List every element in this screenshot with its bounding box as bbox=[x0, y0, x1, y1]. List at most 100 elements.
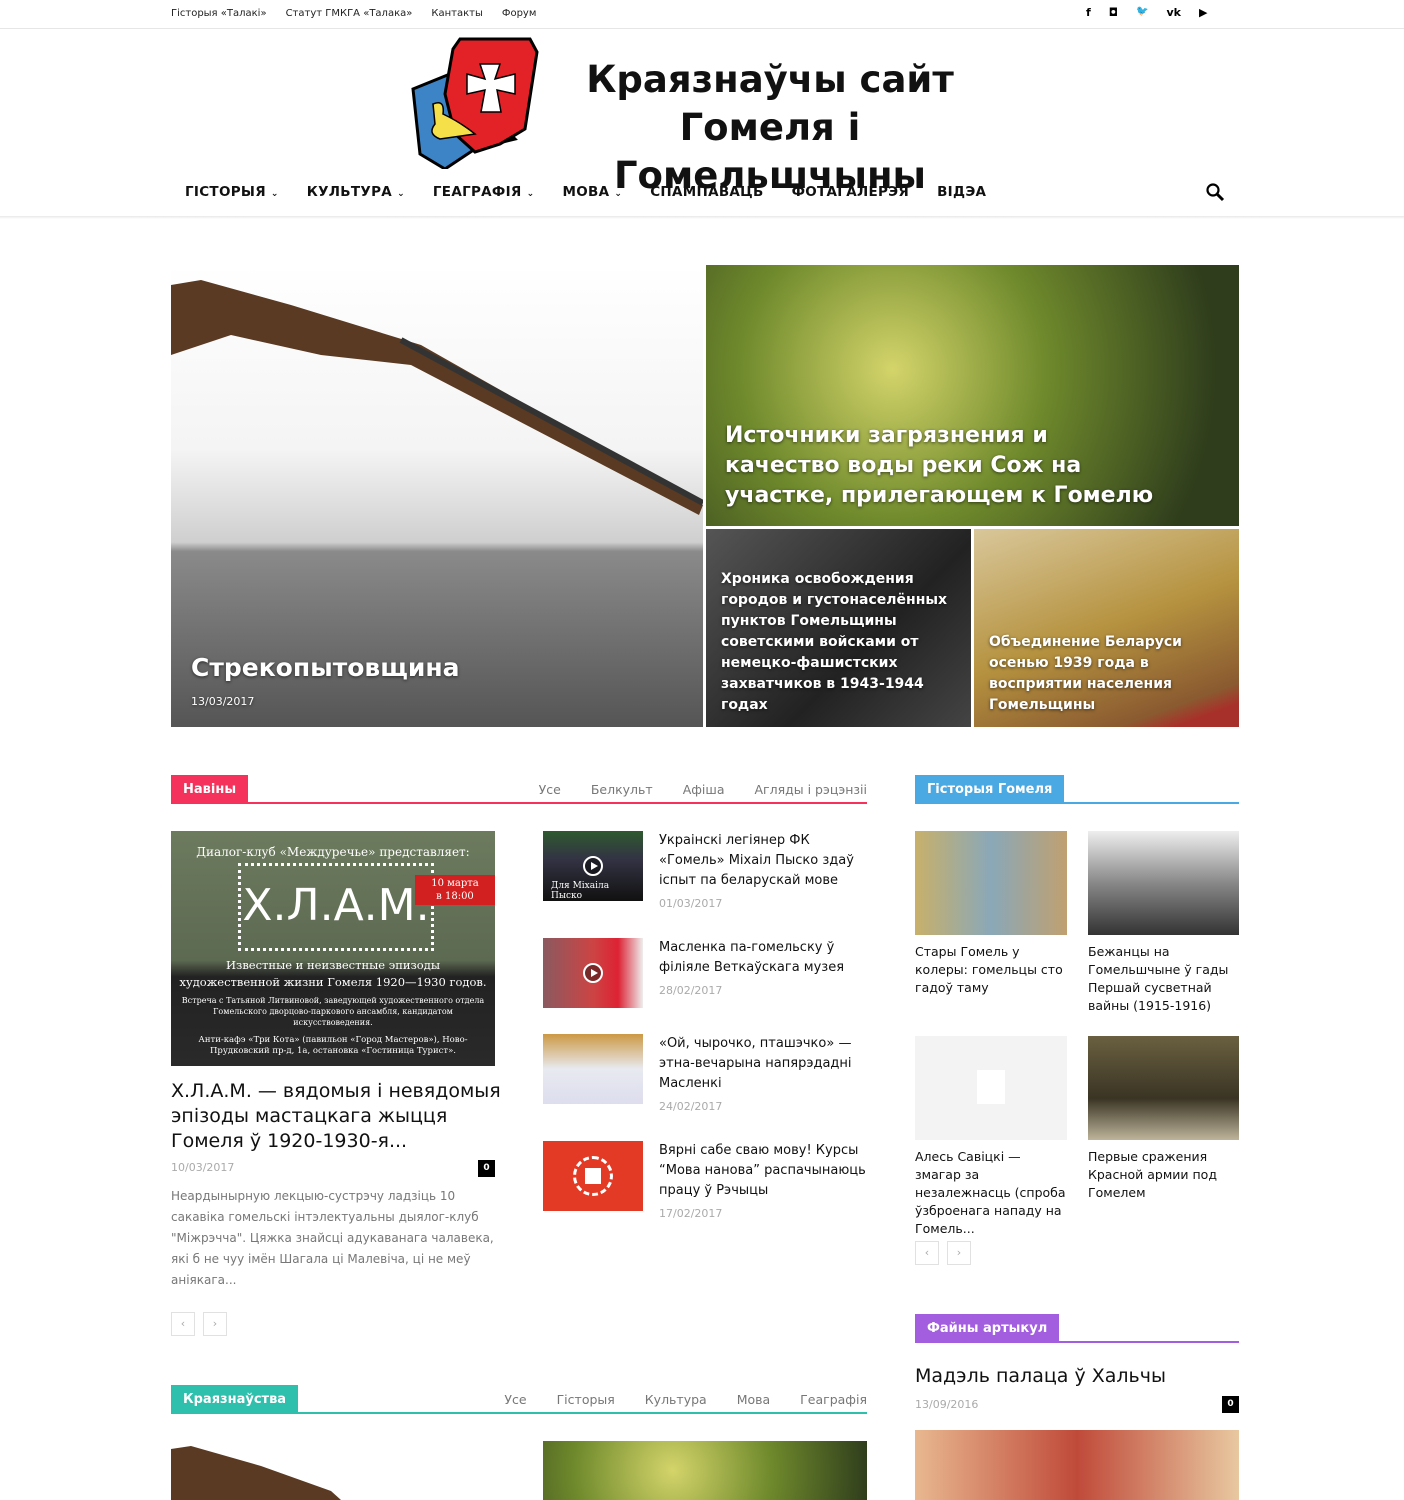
featured-bottom-right[interactable]: Объединение Беларуси осенью 1939 года в … bbox=[974, 529, 1239, 727]
divider bbox=[171, 802, 867, 804]
news-item-title[interactable]: Вярні сабе сваю мову! Курсы “Мова нанова… bbox=[659, 1141, 869, 1201]
history-item[interactable]: Алесь Савіцкі — змагар за незалежнасць (… bbox=[915, 1036, 1067, 1238]
tab-culture[interactable]: Культура bbox=[645, 1392, 707, 1407]
news-item-title[interactable]: Масленка па-гомельску ў філіяле Веткаўск… bbox=[659, 938, 869, 978]
youtube-icon[interactable]: ▶ bbox=[1199, 6, 1207, 19]
thumb-caption: Для Міхаіла Пыско bbox=[551, 881, 610, 901]
news-item-title[interactable]: «Ой, чырочко, пташэчко» — этна-вечарына … bbox=[659, 1034, 869, 1094]
history-item[interactable]: Бежанцы на Гомельшчыне ў гады Першай сус… bbox=[1088, 831, 1239, 1015]
history-item-title[interactable]: Стары Гомель у колеры: гомельцы сто гадо… bbox=[915, 943, 1067, 997]
nav-item-language[interactable]: МОВА ⌄ bbox=[562, 184, 622, 200]
site-logo[interactable] bbox=[405, 34, 540, 169]
prev-page-button[interactable]: ‹ bbox=[171, 1312, 195, 1336]
next-page-button[interactable]: › bbox=[947, 1241, 971, 1265]
featured-bottom-left[interactable]: Хроника освобождения городов и густонасе… bbox=[706, 529, 971, 727]
featured-main[interactable]: Стрекопытовщина 13/03/2017 bbox=[171, 265, 703, 727]
comment-count-badge[interactable]: 0 bbox=[1222, 1396, 1239, 1413]
instagram-icon[interactable]: ◘ bbox=[1109, 6, 1118, 19]
featured-top-right-title[interactable]: Источники загрязнения и качество воды ре… bbox=[725, 421, 1165, 511]
news-tabs: Усе Белкульт Афіша Агляды і рэцэнзіі bbox=[539, 782, 867, 797]
nav-item-gallery[interactable]: ФОТАГАЛЕРЭЯ bbox=[792, 184, 910, 200]
chevron-down-icon: ⌄ bbox=[270, 189, 279, 199]
poster-badge-date: 10 марта bbox=[431, 878, 479, 889]
tab-language[interactable]: Мова bbox=[737, 1392, 770, 1407]
featured-bottom-left-title[interactable]: Хроника освобождения городов и густонасе… bbox=[721, 569, 961, 716]
news-label[interactable]: Навіны bbox=[171, 775, 249, 804]
history-item[interactable]: Первые сражения Красной армии под Гомеле… bbox=[1088, 1036, 1239, 1202]
top-links: Гісторыя «Талакі» Статут ГМКГА «Талака» … bbox=[171, 8, 536, 19]
tab-geography[interactable]: Геаграфія bbox=[800, 1392, 867, 1407]
nav-item-geography[interactable]: ГЕАГРАФІЯ ⌄ bbox=[433, 184, 535, 200]
news-list-item[interactable]: «Ой, чырочко, пташэчко» — этна-вечарына … bbox=[543, 1034, 867, 1124]
news-thumb bbox=[543, 1141, 643, 1211]
history-thumb bbox=[1088, 1036, 1239, 1140]
prev-page-button[interactable]: ‹ bbox=[915, 1241, 939, 1265]
nav-item-video[interactable]: ВІДЭА bbox=[937, 184, 986, 200]
news-main-excerpt: Неардынырную лекцыю-сустрэчу ладзіць 10 … bbox=[171, 1189, 494, 1287]
news-main-image[interactable]: Диалог-клуб «Междуречье» представляет: Х… bbox=[171, 831, 495, 1066]
facebook-icon[interactable]: f bbox=[1086, 6, 1091, 19]
news-main-title[interactable]: Х.Л.А.М. — вядомыя і невядомыя эпізоды м… bbox=[171, 1079, 501, 1154]
top-link-history[interactable]: Гісторыя «Талакі» bbox=[171, 8, 267, 19]
files-label[interactable]: Файны артыкул bbox=[915, 1314, 1060, 1343]
files-article-date: 13/09/2016 bbox=[915, 1398, 979, 1411]
chevron-down-icon: ⌄ bbox=[526, 189, 535, 199]
featured-top-right[interactable]: Источники загрязнения и качество воды ре… bbox=[706, 265, 1239, 526]
news-list-item[interactable]: Для Міхаіла Пыско Украінскі легіянер ФК … bbox=[543, 831, 867, 921]
top-link-statute[interactable]: Статут ГМКГА «Талака» bbox=[286, 8, 413, 19]
history-item[interactable]: Стары Гомель у колеры: гомельцы сто гадо… bbox=[915, 831, 1067, 997]
local-label[interactable]: Краязнаўства bbox=[171, 1385, 299, 1414]
top-link-forum[interactable]: Форум bbox=[502, 8, 537, 19]
nav-label: ГІСТОРЫЯ bbox=[185, 184, 266, 200]
files-article-image[interactable] bbox=[915, 1430, 1239, 1500]
news-item-date: 24/02/2017 bbox=[659, 1100, 723, 1113]
rifle-image bbox=[171, 1446, 341, 1500]
local-article-image[interactable] bbox=[543, 1441, 867, 1500]
featured-bottom-right-title[interactable]: Объединение Беларуси осенью 1939 года в … bbox=[989, 632, 1229, 716]
play-icon bbox=[583, 963, 603, 983]
tab-history[interactable]: Гісторыя bbox=[557, 1392, 615, 1407]
poster-line1: Диалог-клуб «Междуречье» представляет: bbox=[196, 845, 470, 859]
history-item-title[interactable]: Первые сражения Красной армии под Гомеле… bbox=[1088, 1148, 1239, 1202]
vk-icon[interactable]: vk bbox=[1167, 6, 1182, 19]
history-thumb bbox=[915, 1036, 1067, 1140]
local-article-image[interactable] bbox=[171, 1441, 495, 1500]
comment-count-badge[interactable]: 0 bbox=[478, 1160, 495, 1177]
poster-line5: Анти-кафэ «Три Кота» (павильон «Город Ма… bbox=[198, 1035, 468, 1056]
top-link-contacts[interactable]: Кантакты bbox=[431, 8, 482, 19]
files-article-title[interactable]: Мадэль палаца ў Хальчы bbox=[915, 1365, 1166, 1387]
history-item-title[interactable]: Алесь Савіцкі — змагар за незалежнасць (… bbox=[915, 1148, 1067, 1238]
nav-item-history[interactable]: ГІСТОРЫЯ ⌄ bbox=[185, 184, 279, 200]
poster-line4: Встреча с Татьяной Литвиновой, заведующе… bbox=[181, 996, 485, 1027]
nav-label: КУЛЬТУРА bbox=[306, 184, 393, 200]
tab-afisha[interactable]: Афіша bbox=[683, 782, 725, 797]
nav-label: МОВА bbox=[562, 184, 610, 200]
nav-item-culture[interactable]: КУЛЬТУРА ⌄ bbox=[307, 184, 405, 200]
tab-all[interactable]: Усе bbox=[504, 1392, 526, 1407]
tab-all[interactable]: Усе bbox=[539, 782, 561, 797]
history-thumb bbox=[915, 831, 1067, 935]
news-list-item[interactable]: Масленка па-гомельску ў філіяле Веткаўск… bbox=[543, 938, 867, 1018]
history-item-title[interactable]: Бежанцы на Гомельшчыне ў гады Першай сус… bbox=[1088, 943, 1239, 1015]
news-list-item[interactable]: Вярні сабе сваю мову! Курсы “Мова нанова… bbox=[543, 1141, 867, 1231]
files-section-header: Файны артыкул bbox=[915, 1314, 1239, 1343]
news-thumb bbox=[543, 1034, 643, 1104]
news-item-date: 17/02/2017 bbox=[659, 1207, 723, 1220]
news-item-title[interactable]: Украінскі легіянер ФК «Гомель» Міхаіл Пы… bbox=[659, 831, 869, 891]
news-main-date: 10/03/2017 bbox=[171, 1161, 235, 1174]
next-page-button[interactable]: › bbox=[203, 1312, 227, 1336]
featured-main-title[interactable]: Стрекопытовщина bbox=[191, 653, 460, 682]
poster-big: Х.Л.А.М. bbox=[238, 863, 434, 951]
poster-badge-time: в 18:00 bbox=[436, 891, 474, 902]
nav-item-download[interactable]: СПАМПАВАЦЬ bbox=[650, 184, 763, 200]
history-label[interactable]: Гісторыя Гомеля bbox=[915, 775, 1065, 804]
tab-belkult[interactable]: Белкульт bbox=[591, 782, 653, 797]
nav-label: ГЕАГРАФІЯ bbox=[432, 184, 522, 200]
search-icon[interactable] bbox=[1205, 182, 1225, 202]
featured-main-date: 13/03/2017 bbox=[191, 695, 255, 708]
tab-reviews[interactable]: Агляды і рэцэнзіі bbox=[755, 782, 868, 797]
twitter-icon[interactable]: 🐦 bbox=[1136, 6, 1148, 19]
site-title: Краязнаўчы сайт Гомеля і Гомельшчыны bbox=[545, 56, 995, 200]
local-section-header: Краязнаўства Усе Гісторыя Культура Мова … bbox=[171, 1385, 867, 1414]
news-thumb: Для Міхаіла Пыско bbox=[543, 831, 643, 901]
